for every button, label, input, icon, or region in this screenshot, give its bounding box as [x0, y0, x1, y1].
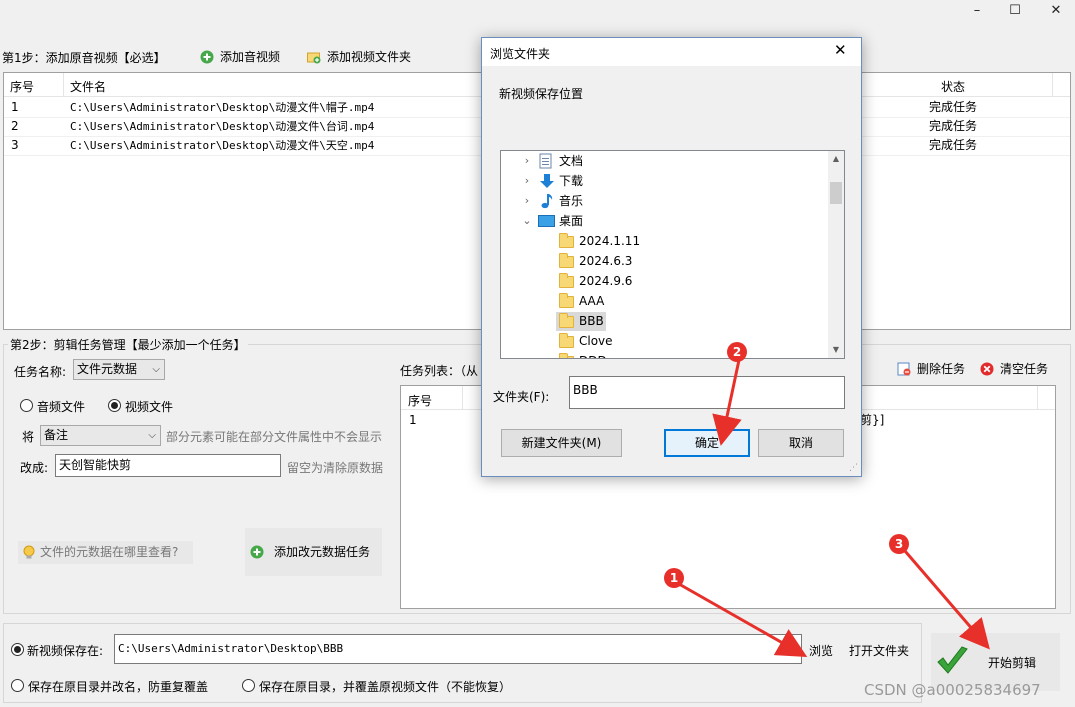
annotation-badge-2: 2 [727, 342, 747, 362]
annotation-badge-1: 1 [664, 568, 684, 588]
annotation-arrow-3 [903, 550, 990, 650]
annotation-arrow-2 [712, 359, 742, 446]
annotation-arrows [678, 359, 990, 657]
annotation-badge-3: 3 [889, 534, 909, 554]
annotation-arrow-1 [678, 582, 808, 657]
